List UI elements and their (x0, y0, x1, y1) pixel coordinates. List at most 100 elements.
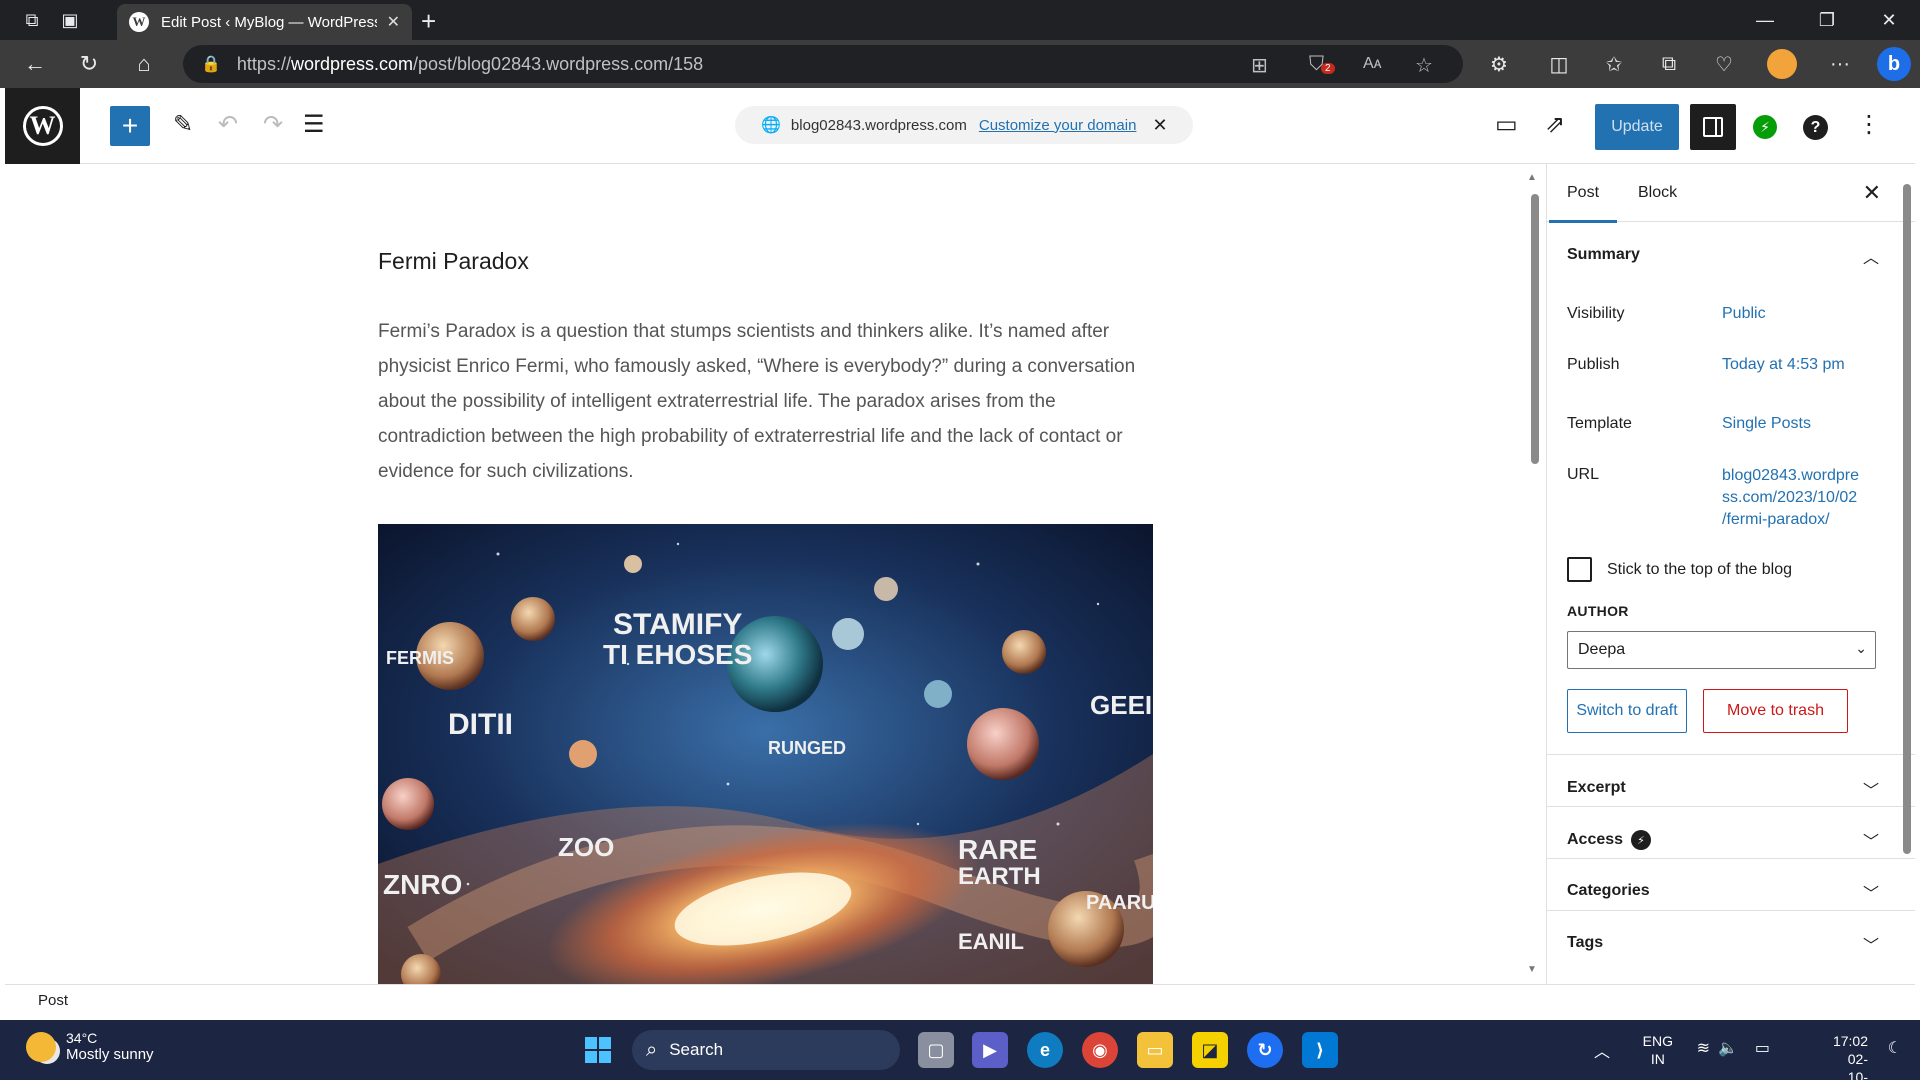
refresh-icon[interactable]: ↻ (66, 44, 112, 84)
url-line: blog02843.wordpre (1722, 467, 1859, 484)
teams-chat-icon[interactable]: ▶ (972, 1032, 1008, 1068)
new-tab-icon[interactable]: + (421, 6, 436, 37)
editor-canvas: Fermi Paradox Fermi’s Paradox is a quest… (5, 164, 1545, 984)
image-word: EANIL (958, 929, 1024, 954)
tab-edit-post[interactable]: W Edit Post ‹ MyBlog — WordPress ✕ (117, 4, 412, 40)
tools-pencil-icon[interactable]: ✎ (173, 110, 193, 139)
close-sidebar-icon[interactable]: ✕ (1863, 180, 1881, 206)
weather-condition: Mostly sunny (66, 1046, 154, 1063)
excerpt-panel[interactable]: Excerpt (1567, 779, 1626, 797)
clock[interactable]: 17:02 02-10-2023 (1833, 1032, 1868, 1080)
sticky-notes-icon[interactable]: ◪ (1192, 1032, 1228, 1068)
visibility-value[interactable]: Public (1722, 303, 1766, 325)
scroll-up-icon[interactable]: ▲ (1527, 172, 1537, 183)
author-select[interactable]: Deepa ⌄ (1567, 631, 1876, 669)
close-banner-icon[interactable]: ✕ (1152, 115, 1167, 136)
favorite-star-icon[interactable]: ☆ (1415, 53, 1433, 78)
close-window-icon[interactable]: ✕ (1858, 0, 1920, 40)
battery-icon[interactable]: ▭ (1755, 1038, 1770, 1058)
image-word: ZNRO (383, 869, 462, 900)
undo-icon[interactable]: ↶ (218, 110, 238, 139)
collections-icon[interactable]: ⧉ (1645, 40, 1693, 88)
update-button[interactable]: Update (1595, 104, 1679, 150)
home-icon[interactable]: ⌂ (121, 44, 167, 84)
chevron-down-icon[interactable]: ﹀ (1863, 880, 1879, 904)
chevron-up-icon[interactable]: ︿ (1594, 1038, 1610, 1062)
language-indicator[interactable]: ENG IN (1643, 1032, 1673, 1068)
task-view-icon[interactable]: ▢ (918, 1032, 954, 1068)
file-explorer-icon[interactable]: ▭ (1137, 1032, 1173, 1068)
post-title[interactable]: Fermi Paradox (378, 248, 529, 275)
redo-icon[interactable]: ↷ (263, 110, 283, 139)
clock-time: 17:02 (1832, 1033, 1868, 1049)
vscode-icon[interactable]: ⟩ (1302, 1032, 1338, 1068)
scroll-down-icon[interactable]: ▼ (1527, 964, 1537, 975)
back-icon[interactable]: ← (12, 44, 58, 84)
weather-temp: 34°C (66, 1030, 98, 1046)
extensions-icon[interactable]: ⚙ (1475, 40, 1523, 88)
tab-block[interactable]: Block (1638, 184, 1677, 202)
chevron-down-icon[interactable]: ﹀ (1863, 932, 1879, 956)
restore-icon[interactable]: ❐ (1796, 0, 1858, 40)
view-post-external-icon[interactable]: ⇗ (1545, 110, 1565, 139)
sticky-checkbox[interactable] (1567, 557, 1592, 582)
browser-essentials-icon[interactable]: ♡ (1700, 40, 1748, 88)
tracking-prevention-icon[interactable]: ⛉ 2 (1309, 53, 1335, 76)
url-value[interactable]: blog02843.wordpre ss.com/2023/10/02 /fer… (1722, 465, 1859, 531)
copilot-icon[interactable]: b (1870, 40, 1918, 88)
chevron-up-icon[interactable]: ︿ (1863, 244, 1879, 268)
wordpress-logo-icon[interactable]: W (5, 88, 80, 164)
help-icon[interactable]: ? (1803, 115, 1828, 140)
editor-scroll-thumb[interactable] (1531, 194, 1539, 464)
options-menu-icon[interactable]: ⋮ (1857, 110, 1881, 139)
more-menu-icon[interactable]: ··· (1816, 40, 1864, 88)
add-block-button[interactable]: + (110, 106, 150, 146)
editor-scrollbar[interactable]: ▲ ▼ (1527, 172, 1541, 978)
divider (1547, 910, 1915, 911)
categories-panel[interactable]: Categories (1567, 882, 1650, 900)
jetpack-icon[interactable]: ⚡ (1753, 115, 1777, 139)
profile-avatar[interactable] (1758, 40, 1806, 88)
workspaces-icon[interactable]: ⧉ (12, 0, 52, 40)
volume-icon[interactable]: 🔈 (1718, 1038, 1738, 1058)
publish-value[interactable]: Today at 4:53 pm (1722, 354, 1845, 376)
address-bar[interactable]: 🔒 https://wordpress.com/post/blog02843.w… (183, 45, 1463, 83)
tab-post[interactable]: Post (1548, 184, 1618, 223)
edge-browser-icon[interactable]: e (1027, 1032, 1063, 1068)
chevron-down-icon[interactable]: ﹀ (1863, 777, 1879, 801)
breadcrumb-post[interactable]: Post (38, 992, 68, 1009)
app-icon[interactable]: ↻ (1247, 1032, 1283, 1068)
post-featured-image[interactable]: FERMIS STAMIFY TI EHOSES DITII RUNGED GE… (378, 524, 1153, 984)
close-tab-icon[interactable]: ✕ (387, 12, 400, 32)
read-aloud-icon[interactable]: Aᴀ (1363, 55, 1382, 73)
app-available-icon[interactable]: ⊞ (1251, 53, 1268, 78)
access-panel[interactable]: Access ⚡ (1567, 830, 1652, 850)
lock-icon[interactable]: 🔒 (201, 54, 221, 74)
favorites-icon[interactable]: ✩ (1590, 40, 1638, 88)
notifications-icon[interactable]: ☾ (1888, 1038, 1902, 1058)
settings-sidebar-toggle[interactable] (1690, 104, 1736, 150)
summary-title[interactable]: Summary (1567, 246, 1640, 264)
image-word: RUNGED (768, 738, 846, 758)
post-paragraph[interactable]: Fermi’s Paradox is a question that stump… (378, 314, 1158, 489)
url-path: /post/blog02843.wordpress.com/158 (413, 53, 704, 74)
tags-panel[interactable]: Tags (1567, 934, 1603, 952)
start-icon[interactable] (580, 1032, 616, 1068)
chrome-browser-icon[interactable]: ◉ (1082, 1032, 1118, 1068)
switch-to-draft-button[interactable]: Switch to draft (1567, 689, 1687, 733)
browser-toolbar: ← ↻ ⌂ 🔒 https://wordpress.com/post/blog0… (0, 40, 1920, 88)
taskbar-search[interactable]: ⌕ Search (632, 1030, 900, 1070)
tab-actions-icon[interactable]: ▣ (50, 0, 90, 40)
wifi-icon[interactable]: ≋ (1697, 1038, 1710, 1058)
document-overview-icon[interactable]: ☰ (303, 110, 325, 139)
split-screen-icon[interactable]: ◫ (1535, 40, 1583, 88)
template-value[interactable]: Single Posts (1722, 413, 1811, 435)
preview-device-icon[interactable]: ▭ (1495, 110, 1518, 139)
minimize-icon[interactable]: — (1734, 0, 1796, 40)
chevron-down-icon[interactable]: ﹀ (1863, 828, 1879, 852)
customize-domain-link[interactable]: Customize your domain (979, 117, 1137, 134)
url-host: wordpress.com (290, 53, 413, 74)
sidebar-scroll-thumb[interactable] (1903, 184, 1911, 854)
move-to-trash-button[interactable]: Move to trash (1703, 689, 1848, 733)
weather-widget[interactable]: 34°C Mostly sunny (26, 1030, 154, 1063)
